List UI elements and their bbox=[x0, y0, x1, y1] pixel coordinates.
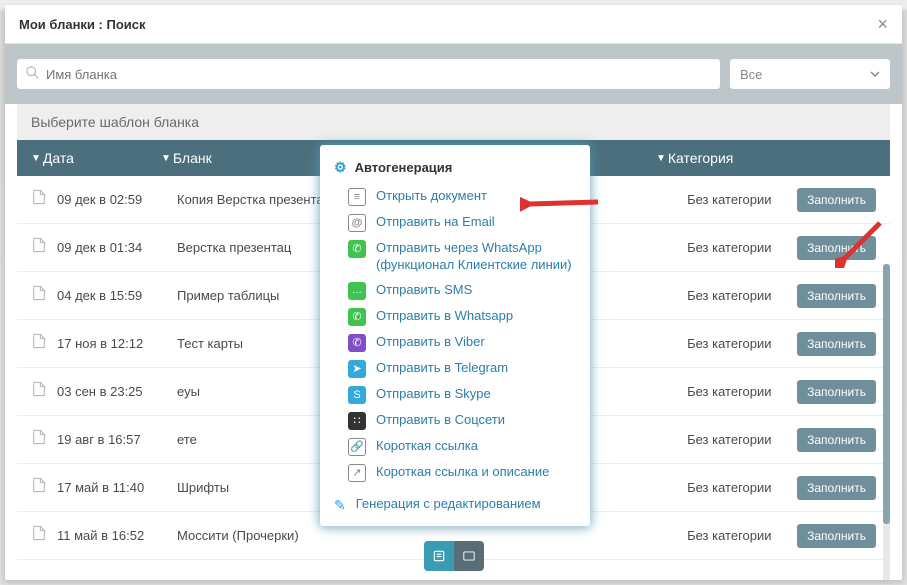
search-bar: Все bbox=[5, 44, 902, 104]
context-menu-header: ⚙ Автогенерация bbox=[320, 155, 590, 184]
cell-date: 17 ноя в 12:12 bbox=[57, 336, 177, 351]
document-icon bbox=[31, 525, 47, 546]
social-icon: ∷ bbox=[348, 412, 366, 430]
menu-send-telegram[interactable]: ➤ Отправить в Telegram bbox=[320, 356, 590, 382]
fill-button[interactable]: Заполнить bbox=[797, 524, 876, 548]
bottom-toolbar bbox=[424, 541, 484, 571]
menu-short-link-desc[interactable]: ↗ Короткая ссылка и описание bbox=[320, 460, 590, 486]
cell-category: Без категории bbox=[687, 192, 797, 207]
whatsapp-icon: ✆ bbox=[348, 240, 366, 258]
skype-icon: S bbox=[348, 386, 366, 404]
menu-send-whatsapp[interactable]: ✆ Отправить в Whatsapp bbox=[320, 304, 590, 330]
link-icon: 🔗 bbox=[348, 438, 366, 456]
menu-generate-edit[interactable]: ✎ Генерация с редактированием bbox=[320, 492, 590, 518]
cell-category: Без категории bbox=[687, 432, 797, 447]
menu-send-wa-func[interactable]: ✆ Отправить через WhatsApp (функционал К… bbox=[320, 236, 590, 278]
chevron-down-icon bbox=[870, 67, 880, 82]
menu-send-viber[interactable]: ✆ Отправить в Viber bbox=[320, 330, 590, 356]
search-input-wrapper[interactable] bbox=[17, 59, 720, 89]
fill-button[interactable]: Заполнить bbox=[797, 284, 876, 308]
cell-category: Без категории bbox=[687, 480, 797, 495]
cell-category: Без категории bbox=[687, 240, 797, 255]
email-icon: @ bbox=[348, 214, 366, 232]
cell-category: Без категории bbox=[687, 288, 797, 303]
cell-date: 03 сен в 23:25 bbox=[57, 384, 177, 399]
menu-short-link[interactable]: 🔗 Короткая ссылка bbox=[320, 434, 590, 460]
section-header: Выберите шаблон бланка bbox=[17, 104, 890, 140]
column-header-date[interactable]: ▼Дата bbox=[31, 150, 161, 166]
cell-category: Без категории bbox=[687, 336, 797, 351]
document-icon bbox=[31, 189, 47, 210]
fill-button[interactable]: Заполнить bbox=[797, 476, 876, 500]
annotation-arrow-2 bbox=[835, 218, 885, 268]
column-header-category[interactable]: ▼Категория bbox=[656, 150, 876, 166]
cell-category: Без категории bbox=[687, 528, 797, 543]
scrollbar[interactable] bbox=[883, 264, 890, 580]
whatsapp-icon: ✆ bbox=[348, 308, 366, 326]
fill-button[interactable]: Заполнить bbox=[797, 188, 876, 212]
cell-date: 09 дек в 02:59 bbox=[57, 192, 177, 207]
modal-title: Мои бланки : Поиск bbox=[19, 17, 145, 32]
cell-date: 09 дек в 01:34 bbox=[57, 240, 177, 255]
menu-send-social[interactable]: ∷ Отправить в Соцсети bbox=[320, 408, 590, 434]
cell-date: 19 авг в 16:57 bbox=[57, 432, 177, 447]
document-icon bbox=[31, 333, 47, 354]
view-list-button[interactable] bbox=[424, 541, 454, 571]
modal-header: Мои бланки : Поиск × bbox=[5, 5, 902, 44]
sms-icon: … bbox=[348, 282, 366, 300]
document-icon bbox=[31, 429, 47, 450]
gear-icon: ⚙ bbox=[334, 159, 347, 176]
document-icon bbox=[31, 285, 47, 306]
document-icon bbox=[31, 381, 47, 402]
menu-send-skype[interactable]: S Отправить в Skype bbox=[320, 382, 590, 408]
telegram-icon: ➤ bbox=[348, 360, 366, 378]
link-desc-icon: ↗ bbox=[348, 464, 366, 482]
viber-icon: ✆ bbox=[348, 334, 366, 352]
cell-date: 04 дек в 15:59 bbox=[57, 288, 177, 303]
fill-button[interactable]: Заполнить bbox=[797, 332, 876, 356]
document-icon bbox=[31, 237, 47, 258]
cell-category: Без категории bbox=[687, 384, 797, 399]
fill-button[interactable]: Заполнить bbox=[797, 380, 876, 404]
search-input[interactable] bbox=[46, 59, 712, 89]
cell-date: 17 май в 11:40 bbox=[57, 480, 177, 495]
fill-button[interactable]: Заполнить bbox=[797, 428, 876, 452]
search-icon bbox=[25, 65, 40, 84]
sort-desc-icon: ▼ bbox=[31, 153, 41, 164]
category-selected-label: Все bbox=[740, 67, 762, 82]
category-select[interactable]: Все bbox=[730, 59, 890, 89]
sort-desc-icon: ▼ bbox=[656, 153, 666, 164]
scrollbar-thumb[interactable] bbox=[883, 264, 890, 524]
annotation-arrow-1 bbox=[520, 190, 600, 220]
close-icon[interactable]: × bbox=[877, 15, 888, 33]
pencil-icon: ✎ bbox=[334, 496, 346, 514]
document-icon bbox=[31, 477, 47, 498]
cell-date: 11 май в 16:52 bbox=[57, 528, 177, 543]
view-grid-button[interactable] bbox=[454, 541, 484, 571]
document-icon: ≡ bbox=[348, 188, 366, 206]
menu-send-sms[interactable]: … Отправить SMS bbox=[320, 278, 590, 304]
sort-desc-icon: ▼ bbox=[161, 153, 171, 164]
